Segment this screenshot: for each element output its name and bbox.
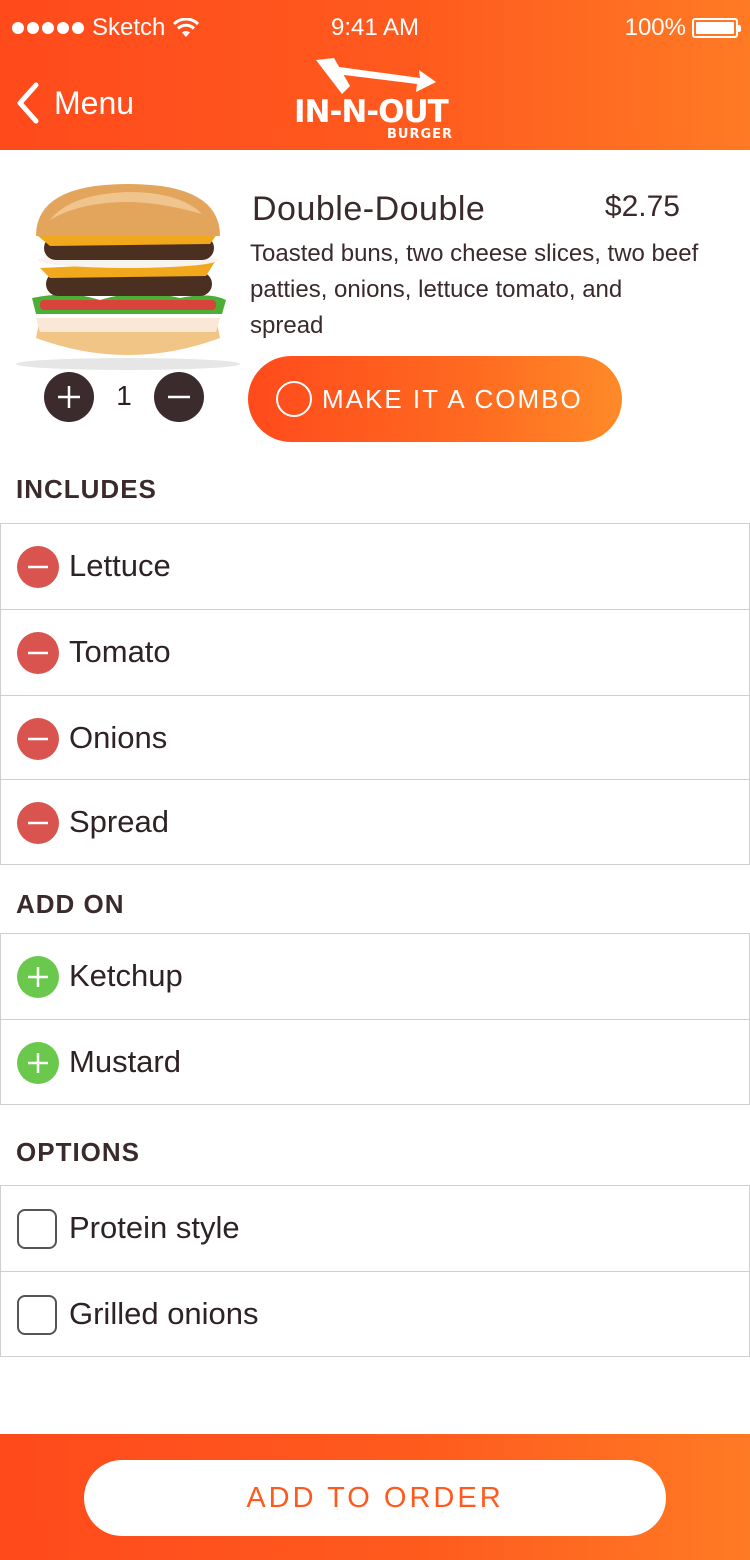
battery-icon [692, 18, 741, 38]
include-item-label: Lettuce [69, 548, 171, 583]
option-item-label: Protein style [69, 1210, 240, 1245]
remove-icon[interactable] [17, 718, 59, 760]
add-icon[interactable] [17, 956, 59, 998]
include-item-label: Onions [69, 720, 168, 755]
header: Sketch 9:41 AM 100% Menu IN-N-OUT BURGER [0, 0, 750, 150]
back-label: Menu [54, 84, 135, 121]
burger-image [16, 184, 240, 370]
quantity-value: 1 [116, 380, 132, 411]
checkbox[interactable] [17, 1209, 57, 1249]
remove-icon[interactable] [17, 802, 59, 844]
option-item-protein-style[interactable]: Protein style [0, 1185, 750, 1271]
add-to-order-label: ADD TO ORDER [246, 1482, 504, 1514]
back-button[interactable]: Menu [16, 82, 134, 124]
add-on-item-label: Ketchup [69, 958, 183, 993]
checkbox[interactable] [17, 1295, 57, 1335]
remove-icon[interactable] [17, 632, 59, 674]
includes-heading: INCLUDES [16, 474, 157, 504]
include-item-label: Tomato [69, 634, 171, 669]
make-combo-button[interactable]: MAKE IT A COMBO [248, 356, 622, 442]
product-name: Double-Double [252, 190, 486, 228]
status-bar: Sketch 9:41 AM 100% [0, 0, 750, 56]
add-on-item-mustard[interactable]: Mustard [0, 1019, 750, 1105]
status-right: 100% [624, 14, 741, 42]
increase-quantity-button[interactable] [44, 372, 94, 422]
in-n-out-logo: IN-N-OUT BURGER [294, 58, 453, 142]
include-item-tomato[interactable]: Tomato [0, 609, 750, 695]
quantity-stepper: 1 [44, 372, 204, 422]
combo-label: MAKE IT A COMBO [322, 384, 583, 414]
svg-text:BURGER: BURGER [387, 127, 453, 142]
option-item-label: Grilled onions [69, 1296, 259, 1331]
product-description: Toasted buns, two cheese slices, two bee… [250, 240, 699, 339]
add-on-item-label: Mustard [69, 1044, 181, 1079]
product-card: 1 Double-Double $2.75 Toasted buns, two … [0, 150, 750, 460]
options-heading: OPTIONS [16, 1137, 141, 1167]
battery-percent: 100% [624, 14, 686, 41]
option-item-grilled-onions[interactable]: Grilled onions [0, 1271, 750, 1357]
chevron-left-icon [17, 82, 39, 124]
product-price: $2.75 [604, 190, 680, 223]
decrease-quantity-button[interactable] [154, 372, 204, 422]
include-item-lettuce[interactable]: Lettuce [0, 523, 750, 609]
svg-text:IN-N-OUT: IN-N-OUT [294, 94, 449, 130]
include-item-label: Spread [69, 804, 169, 839]
add-to-order-button[interactable]: ADD TO ORDER [84, 1460, 666, 1536]
minus-icon [168, 395, 190, 399]
add-on-heading: ADD ON [16, 889, 125, 919]
add-on-item-ketchup[interactable]: Ketchup [0, 933, 750, 1019]
combo-radio-icon [276, 381, 312, 417]
add-icon[interactable] [17, 1042, 59, 1084]
footer: ADD TO ORDER [0, 1434, 750, 1560]
include-item-spread[interactable]: Spread [0, 779, 750, 865]
remove-icon[interactable] [17, 546, 59, 588]
include-item-onions[interactable]: Onions [0, 695, 750, 781]
plus-icon [58, 386, 80, 408]
